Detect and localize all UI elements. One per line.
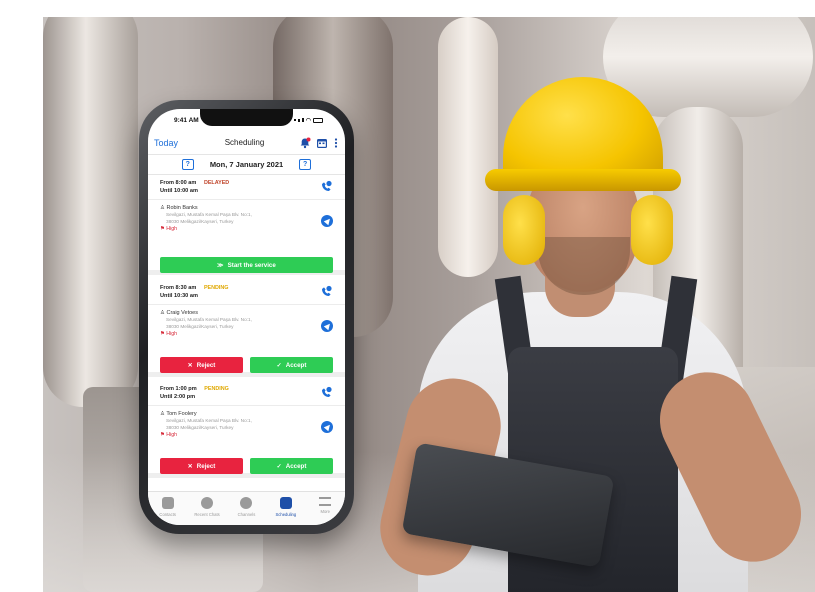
tab-more[interactable]: More [307,497,343,525]
start-time: From 1:00 pm [160,386,197,392]
system-icons: ◠ [293,117,323,124]
start-service-label: Start the service [227,261,276,269]
accept-button[interactable]: ✓ Accept [250,357,333,373]
ear-protector-icon [503,195,545,265]
end-time: Until 10:30 am [160,293,198,299]
status-badge: DELAYED [203,180,230,186]
notification-bell-icon[interactable] [299,137,311,149]
reject-label: Reject [196,462,216,470]
check-icon: ✓ [276,462,282,470]
appointment-details: ♙ Robin Banks Sevilgazi, Mustafa Kemal P… [148,200,345,237]
appointment-card[interactable]: From 8:30 am PENDING Until 10:30 am ♙ Cr… [148,280,345,377]
menu-icon [319,497,332,506]
navigation-icon[interactable] [321,320,333,332]
navigation-icon[interactable] [321,421,333,433]
end-time: Until 10:00 am [160,188,198,194]
contacts-icon [161,497,174,509]
worker-figure [363,77,815,592]
reject-button[interactable]: ✕ Reject [160,357,243,373]
close-icon: ✕ [187,361,193,369]
reject-button[interactable]: ✕ Reject [160,458,243,474]
tab-label: More [320,509,331,514]
customer-name: Craig Vetoes [166,310,198,316]
tab-label: Scheduling [275,512,297,517]
appointment-card[interactable]: From 1:00 pm PENDING Until 2:00 pm ♙ Tom… [148,381,345,478]
next-day-button[interactable]: ? [299,159,312,170]
customer-name: Robin Banks [166,205,198,211]
today-button[interactable]: Today [154,138,190,148]
tab-channels[interactable]: Channels [228,497,264,525]
status-time: 9:41 AM [174,116,199,124]
more-vertical-icon[interactable] [333,137,339,149]
reject-label: Reject [196,361,216,369]
tab-scheduling[interactable]: Scheduling [268,497,304,525]
status-badge: PENDING [203,285,229,291]
wifi-icon: ◠ [305,117,311,124]
date-selector: ? Mon, 7 January 2021 ? [148,155,345,175]
priority-label: High [166,226,178,232]
phone-mockup: 9:41 AM ◠ Today Scheduling ? Mon, 7 Janu… [139,100,354,534]
appointment-details: ♙ Craig Vetoes Sevilgazi, Mustafa Kemal … [148,305,345,342]
priority-label: High [166,432,178,438]
close-icon: ✕ [187,462,193,470]
call-icon[interactable] [320,285,333,298]
battery-icon [313,117,323,123]
tab-contacts[interactable]: Contacts [150,497,186,525]
appointment-time: From 8:00 am DELAYED Until 10:00 am [148,175,345,200]
start-time: From 8:00 am [160,180,197,186]
scheduling-icon [279,497,292,509]
start-time: From 8:30 am [160,285,197,291]
page-title: Scheduling [224,138,265,147]
priority-label: High [166,331,178,337]
navigation-icon[interactable] [321,215,333,227]
signal-icon [293,119,296,121]
signal-icon [297,118,300,122]
phone-notch [200,109,293,126]
end-time: Until 2:00 pm [160,394,196,400]
calendar-icon[interactable] [316,137,328,149]
hard-hat-brim [485,169,681,191]
pipe-graphic [43,17,138,407]
check-icon: ✓ [276,361,282,369]
signal-icon [301,118,304,122]
status-badge: PENDING [204,386,229,392]
tab-label: Contacts [159,512,176,517]
start-service-button[interactable]: ≫ Start the service [160,257,333,273]
appointment-time: From 8:30 am PENDING Until 10:30 am [148,280,345,305]
tab-label: Channels [237,512,256,517]
accept-button[interactable]: ✓ Accept [250,458,333,474]
chat-icon [201,497,214,509]
appointment-details: ♙ Tom Foolery Sevilgazi, Mustafa Kemal P… [148,406,345,443]
appointment-card[interactable]: From 8:00 am DELAYED Until 10:00 am ♙ Ro… [148,175,345,275]
customer-name: Tom Foolery [166,411,197,417]
channels-icon [240,497,253,509]
fast-forward-icon: ≫ [217,261,224,269]
previous-day-button[interactable]: ? [181,159,194,170]
selected-date: Mon, 7 January 2021 [209,160,284,169]
tab-label: Recent Chats [194,512,220,517]
accept-label: Accept [285,462,307,470]
accept-label: Accept [285,361,307,369]
call-icon[interactable] [320,386,333,399]
appointment-time: From 1:00 pm PENDING Until 2:00 pm [148,381,345,406]
phone-screen: 9:41 AM ◠ Today Scheduling ? Mon, 7 Janu… [148,109,345,525]
app-navbar: Today Scheduling [148,131,345,155]
ear-protector-icon [631,195,673,265]
tab-recent-chats[interactable]: Recent Chats [189,497,225,525]
bottom-tab-bar: Contacts Recent Chats Channels Schedulin… [148,491,345,525]
call-icon[interactable] [320,180,333,193]
